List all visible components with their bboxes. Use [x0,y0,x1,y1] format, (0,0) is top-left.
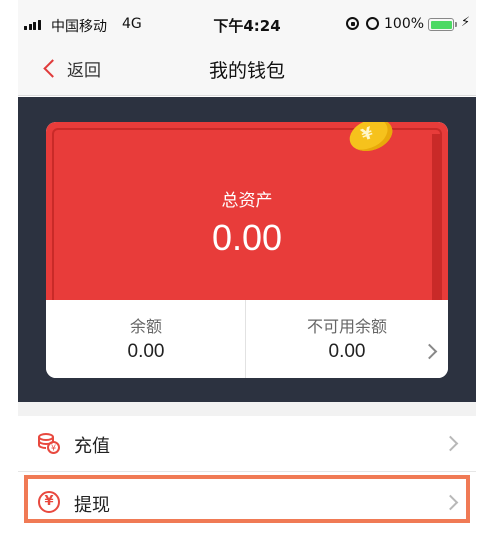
balance-row[interactable]: 余额 0.00 不可用余额 0.00 [46,300,448,378]
battery-tip [455,22,457,27]
unavailable-balance-column: 不可用余额 0.00 [247,300,447,378]
svg-text:¥: ¥ [51,444,56,453]
recharge-label: 充值 [74,436,110,457]
chevron-right-icon [442,494,459,511]
rotation-lock-icon [346,17,359,30]
chevron-right-icon [442,435,459,452]
total-assets-value: 0.00 [211,217,283,258]
battery-percent: 100% [384,16,425,32]
withdraw-item[interactable]: ¥ 提现 [18,475,476,531]
total-assets-label: 总资产 [221,191,273,211]
phone-screen: 中国移动 4G 下午4:24 100% ⚡ 返回 我的钱包 ¥ 总资产 0.00 [18,0,476,546]
unavailable-balance-label: 不可用余额 [306,317,387,336]
unavailable-balance-value: 0.00 [328,341,366,362]
coin-stack-icon: ¥ [38,433,60,454]
battery-icon [428,18,454,31]
balance-value: 0.00 [127,341,165,362]
card-header: ¥ 总资产 0.00 [46,122,448,300]
card-pocket-edge [52,128,442,300]
section-divider [18,402,476,416]
recharge-item[interactable]: ¥ 充值 [18,416,476,472]
balance-label: 余额 [129,317,162,336]
wallet-card: ¥ 总资产 0.00 余额 0.00 不可用余额 0.00 [46,122,448,378]
nav-bar: 返回 我的钱包 [18,40,476,96]
wallet-menu: ¥ 充值 ¥ 提现 [18,416,476,546]
withdraw-label: 提现 [74,495,110,516]
yen-circle-icon: ¥ [38,491,60,513]
charging-icon: ⚡ [461,15,471,30]
alarm-icon [366,17,379,30]
wallet-area: ¥ 总资产 0.00 余额 0.00 不可用余额 0.00 [18,97,476,402]
status-bar: 中国移动 4G 下午4:24 100% ⚡ [18,0,476,40]
balance-column: 余额 0.00 [46,300,246,378]
page-title: 我的钱包 [208,60,285,82]
